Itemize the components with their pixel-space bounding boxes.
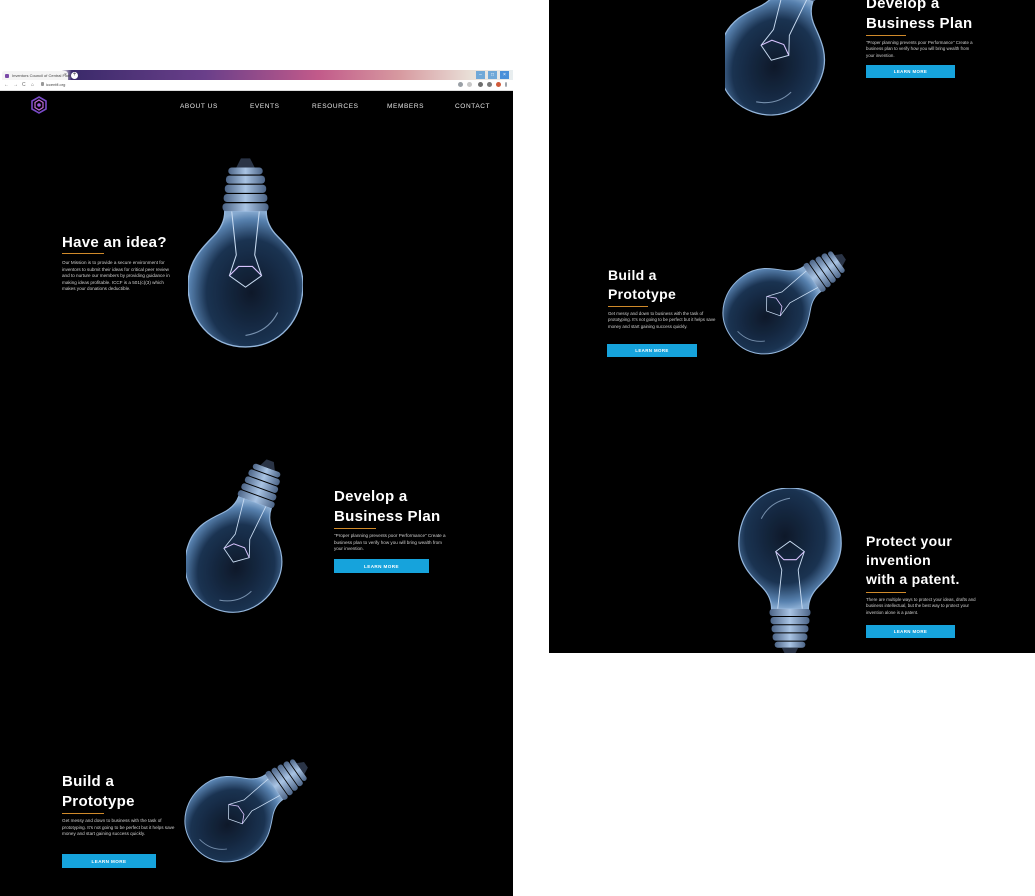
business-plan-title: Develop a Business Plan [334,487,440,527]
prototype-body: Get messy and down to business with the … [62,818,175,837]
business-plan-title-line1: Develop a [334,488,408,505]
extension-icon[interactable] [487,82,492,87]
close-window-button[interactable]: × [500,71,509,79]
hero-body: Our Mission is to provide a secure envir… [62,260,170,292]
profile-avatar-icon[interactable] [496,82,501,87]
nav-events[interactable]: EVENTS [250,103,280,110]
patent-title-line1: Protect your [866,533,953,549]
forward-icon[interactable]: → [13,81,18,89]
nav-contact[interactable]: CONTACT [455,103,490,110]
website-screenshot-scrolled: Develop a Business Plan "Proper planning… [549,0,1035,653]
prototype-title: Build a Prototype [62,772,135,812]
prototype-title-line1: Build a [62,773,115,790]
prototype-title-line2: Prototype [608,286,677,302]
prototype-title: Build a Prototype [608,266,676,304]
patent-rule [866,592,906,593]
browser-tab[interactable]: Inventors Council of Central Florida × [2,71,75,80]
browser-tab-bar: Inventors Council of Central Florida × +… [0,70,513,80]
back-icon[interactable]: ← [4,81,9,89]
website-screenshot-full: Inventors Council of Central Florida × +… [0,70,513,896]
bookmark-star-icon[interactable] [467,82,472,87]
business-plan-learn-more-button[interactable]: LEARN MORE [866,65,955,78]
browser-address-bar: ← → C ⌂ iccentfl.org [0,80,513,91]
prototype-rule [62,813,104,814]
tab-close-icon[interactable]: × [64,72,67,79]
light-bulb-icon [186,454,301,614]
lock-icon [41,82,44,86]
menu-kebab-icon[interactable] [505,82,507,87]
business-plan-title-line2: Business Plan [334,508,441,525]
zoom-icon[interactable] [458,82,463,87]
hero-title-rule [62,253,104,254]
nav-resources[interactable]: RESOURCES [312,103,359,110]
patent-title-line3: with a patent. [866,571,960,587]
home-icon[interactable]: ⌂ [31,81,34,89]
reload-icon[interactable]: C [22,81,26,89]
patent-title-line2: invention [866,552,931,568]
light-bulb-icon [725,0,840,117]
patent-learn-more-button[interactable]: LEARN MORE [866,625,955,638]
nav-about-us[interactable]: ABOUT US [180,103,218,110]
business-plan-title-line2: Business Plan [866,15,973,32]
prototype-body: Get messy and down to business with the … [608,311,716,329]
hero-title: Have an idea? [62,234,167,251]
new-tab-button[interactable]: + [71,72,78,79]
prototype-learn-more-button[interactable]: LEARN MORE [62,854,156,868]
patent-title: Protect your invention with a patent. [866,532,960,589]
business-plan-body: "Proper planning prevents poor Performan… [334,533,446,552]
light-bulb-icon [188,157,303,348]
prototype-rule [608,306,648,307]
extension-icon[interactable] [478,82,483,87]
business-plan-body: "Proper planning prevents poor Performan… [866,40,973,58]
prototype-title-line2: Prototype [62,793,135,810]
light-bulb-icon [713,226,863,366]
prototype-learn-more-button[interactable]: LEARN MORE [607,344,697,357]
business-plan-title-line1: Develop a [866,0,940,12]
url-input[interactable]: iccentfl.org [46,81,65,89]
prototype-title-line1: Build a [608,267,657,283]
light-bulb-icon [170,734,330,874]
minimize-button[interactable]: – [476,71,485,79]
business-plan-rule [334,528,376,529]
business-plan-rule [866,35,906,36]
patent-body: There are multiple ways to protect your … [866,597,976,615]
maximize-button[interactable]: □ [488,71,497,79]
business-plan-learn-more-button[interactable]: LEARN MORE [334,559,429,573]
favicon-icon [5,74,9,78]
iccf-logo-icon[interactable] [30,96,48,114]
nav-members[interactable]: MEMBERS [387,103,424,110]
light-bulb-icon [738,488,842,653]
business-plan-title: Develop a Business Plan [866,0,972,34]
